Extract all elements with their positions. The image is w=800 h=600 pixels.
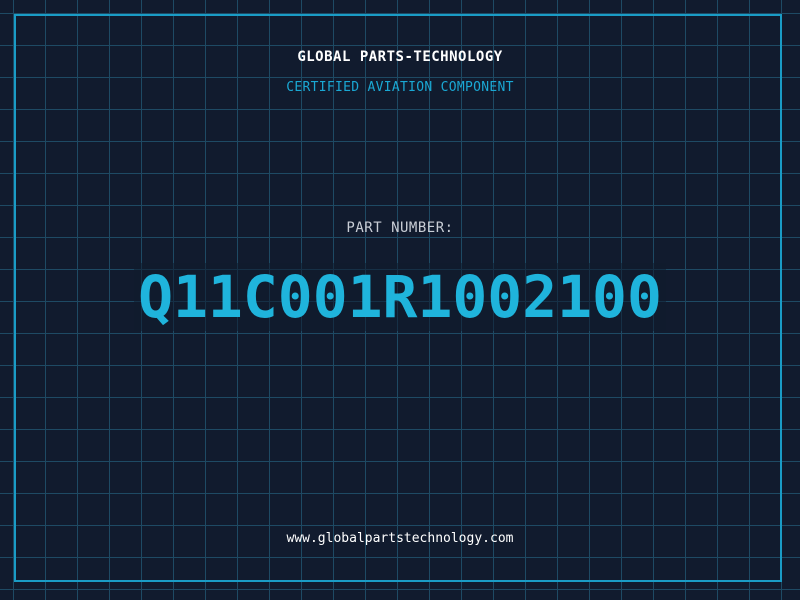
company-name: GLOBAL PARTS-TECHNOLOGY xyxy=(297,49,503,65)
certification-subtitle: CERTIFIED AVIATION COMPONENT xyxy=(286,80,514,95)
part-number-value: Q11C001R1002100 xyxy=(0,262,800,332)
part-number-label: PART NUMBER: xyxy=(346,220,454,236)
website-url: www.globalpartstechnology.com xyxy=(286,531,514,546)
part-number-text: Q11C001R1002100 xyxy=(134,263,666,331)
